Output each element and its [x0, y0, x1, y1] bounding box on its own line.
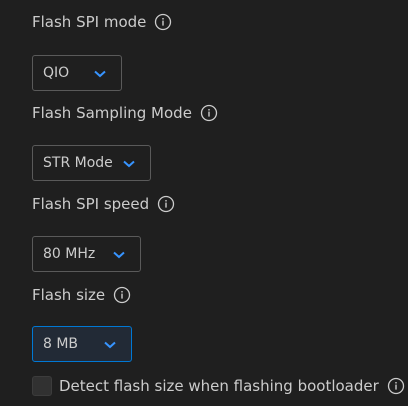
- detect-flash-size-row: Detect flash size when flashing bootload…: [32, 376, 405, 396]
- info-icon[interactable]: [113, 286, 131, 304]
- flash-spi-speed-select[interactable]: 80 MHz: [32, 236, 141, 272]
- flash-sampling-mode-select[interactable]: STR Mode: [32, 145, 151, 181]
- flash-spi-mode-select[interactable]: QIO: [32, 55, 122, 91]
- flash-size-select[interactable]: 8 MB: [32, 326, 132, 362]
- flash-spi-mode-value: QIO: [43, 65, 70, 81]
- flash-spi-speed-label-row: Flash SPI speed: [32, 194, 175, 214]
- info-icon[interactable]: [157, 195, 175, 213]
- detect-flash-size-checkbox[interactable]: [32, 376, 52, 396]
- flash-spi-mode-label: Flash SPI mode: [32, 13, 147, 31]
- chevron-down-icon: [123, 160, 135, 168]
- flash-sampling-mode-label-row: Flash Sampling Mode: [32, 103, 218, 123]
- chevron-down-icon: [94, 70, 106, 78]
- info-icon[interactable]: [387, 377, 405, 395]
- flash-spi-mode-label-row: Flash SPI mode: [32, 12, 172, 32]
- info-icon[interactable]: [154, 13, 172, 31]
- flash-size-label-row: Flash size: [32, 285, 131, 305]
- detect-flash-size-label[interactable]: Detect flash size when flashing bootload…: [59, 377, 379, 395]
- chevron-down-icon: [113, 251, 125, 259]
- flash-sampling-mode-value: STR Mode: [43, 155, 113, 171]
- flash-spi-speed-value: 80 MHz: [43, 246, 96, 262]
- flash-sampling-mode-label: Flash Sampling Mode: [32, 104, 192, 122]
- flash-size-label: Flash size: [32, 286, 106, 304]
- chevron-down-icon: [104, 341, 116, 349]
- flash-spi-speed-label: Flash SPI speed: [32, 195, 150, 213]
- info-icon[interactable]: [200, 104, 218, 122]
- flash-size-value: 8 MB: [43, 336, 79, 352]
